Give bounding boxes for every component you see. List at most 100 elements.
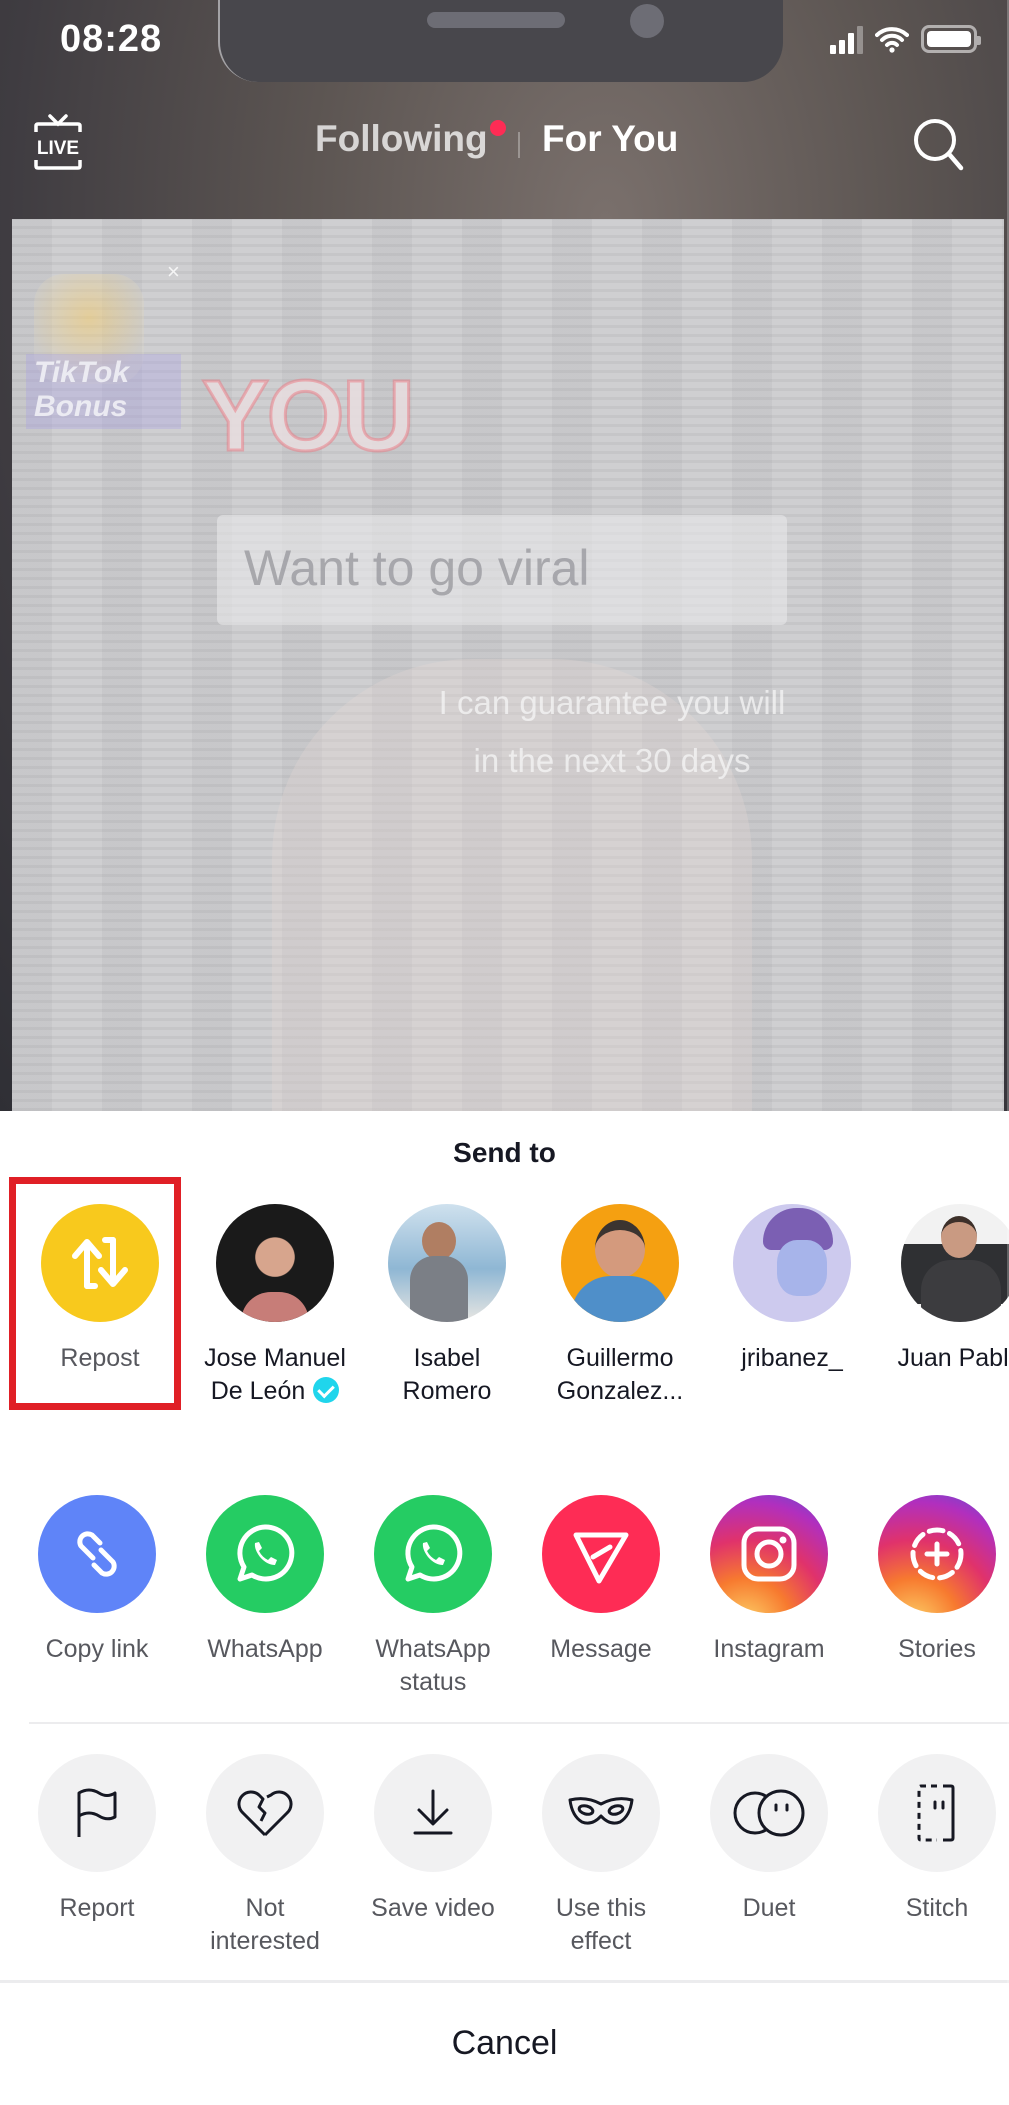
action-label: Duet: [683, 1892, 855, 1925]
contact-name-line: Isabel: [413, 1344, 481, 1372]
duet-icon: [733, 1789, 805, 1837]
share-label-line: Instagram: [713, 1635, 825, 1663]
sheet-title: Send to: [453, 1137, 556, 1168]
stitch-button[interactable]: Stitch: [851, 1754, 1009, 1925]
send-icon: [573, 1532, 629, 1584]
contact-name-line: Juan Pablo: [897, 1344, 1009, 1372]
share-label-line: Message: [550, 1635, 652, 1663]
share-label-line: Copy link: [45, 1635, 149, 1663]
contact-name: Isabel Romero: [361, 1342, 533, 1408]
action-label: Save video: [347, 1892, 519, 1925]
not-interested-button[interactable]: Not interested: [179, 1754, 351, 1958]
share-label: Stories: [851, 1633, 1009, 1666]
front-camera: [630, 4, 664, 38]
share-label-line: WhatsApp: [207, 1635, 323, 1663]
live-button[interactable]: LIVE: [28, 112, 88, 172]
avatar: [561, 1204, 679, 1322]
action-label: Report: [11, 1892, 183, 1925]
divider: [29, 1722, 1009, 1724]
stories-button[interactable]: Stories: [851, 1495, 1009, 1666]
use-this-effect-circle: [542, 1754, 660, 1872]
share-label: Message: [515, 1633, 687, 1666]
action-label-line: interested: [210, 1927, 320, 1955]
action-label: Use this effect: [515, 1892, 687, 1958]
share-label: Instagram: [683, 1633, 855, 1666]
message-button[interactable]: Message: [515, 1495, 687, 1666]
contact-name: Guillermo Gonzalez...: [534, 1342, 706, 1408]
tiktok-bonus-badge[interactable]: TikTok Bonus: [26, 354, 181, 429]
share-label-line: status: [399, 1668, 467, 1696]
save-video-button[interactable]: Save video: [347, 1754, 519, 1925]
download-icon: [413, 1789, 453, 1835]
action-label-line: effect: [570, 1927, 632, 1955]
use-this-effect-button[interactable]: Use this effect: [515, 1754, 687, 1958]
copy-link-circle: [38, 1495, 156, 1613]
whatsapp-circle: [206, 1495, 324, 1613]
contact-name: Jose Manuel De León: [189, 1342, 361, 1408]
action-label-line: Duet: [742, 1894, 796, 1922]
action-label-line: Report: [59, 1894, 135, 1922]
contact-name: jribanez_: [706, 1342, 878, 1375]
whatsapp-status-circle: [374, 1495, 492, 1613]
status-icons: [830, 24, 981, 54]
cellular-signal-icon: [830, 24, 863, 54]
share-targets-row[interactable]: Copy link WhatsApp WhatsApp status Messa…: [0, 1495, 1009, 1696]
message-circle: [542, 1495, 660, 1613]
instagram-button[interactable]: Instagram: [683, 1495, 855, 1666]
share-label: WhatsApp: [179, 1633, 351, 1666]
action-label: Stitch: [851, 1892, 1009, 1925]
share-label-line: Stories: [898, 1635, 976, 1663]
search-button[interactable]: [909, 114, 969, 174]
action-label-line: Use this: [555, 1894, 647, 1922]
caption-line: I can guarantee you will: [438, 684, 786, 721]
avatar: [733, 1204, 851, 1322]
whatsapp-icon: [405, 1524, 463, 1582]
duet-button[interactable]: Duet: [683, 1754, 855, 1925]
action-label-line: Save video: [371, 1894, 495, 1922]
stories-circle: [878, 1495, 996, 1613]
caption-box-text: Want to go viral: [244, 540, 590, 596]
contact-name-line: Romero: [402, 1377, 492, 1405]
contact-name: Juan Pablo: [874, 1342, 1009, 1375]
video-player[interactable]: × TikTok Bonus YOU Want to go viral I ca…: [12, 219, 1004, 1111]
not-interested-circle: [206, 1754, 324, 1872]
report-button[interactable]: Report: [11, 1754, 183, 1925]
whatsapp-button[interactable]: WhatsApp: [179, 1495, 351, 1666]
divider: [0, 1980, 1009, 1983]
share-label: Copy link: [11, 1633, 183, 1666]
copy-link-button[interactable]: Copy link: [11, 1495, 183, 1666]
mask-icon: [568, 1797, 634, 1825]
live-label: LIVE: [37, 138, 79, 159]
cancel-button[interactable]: Cancel: [0, 2024, 1009, 2063]
search-icon: [914, 119, 964, 171]
save-video-circle: [374, 1754, 492, 1872]
contact-juan-pablo[interactable]: Juan Pablo: [874, 1204, 1009, 1375]
contact-guillermo-gonzalez[interactable]: Guillermo Gonzalez...: [534, 1204, 706, 1408]
overlay-close-icon[interactable]: ×: [167, 259, 180, 285]
avatar: [901, 1204, 1009, 1322]
stitch-circle: [878, 1754, 996, 1872]
tab-following[interactable]: Following: [315, 118, 488, 160]
status-time: 08:28: [60, 18, 163, 60]
contact-jribanez[interactable]: jribanez_: [706, 1204, 878, 1375]
action-label-line: Stitch: [905, 1894, 969, 1922]
verified-badge-icon: [313, 1377, 340, 1403]
video-headline: YOU: [201, 359, 417, 474]
share-label-line: WhatsApp: [375, 1635, 491, 1663]
contact-isabel-romero[interactable]: Isabel Romero: [361, 1204, 533, 1408]
broken-heart-icon: [237, 1790, 293, 1837]
tab-for-you[interactable]: For You: [542, 118, 678, 160]
link-icon: [77, 1531, 117, 1577]
actions-row[interactable]: Report Not interested Save video Use thi…: [0, 1754, 1009, 1955]
contact-jose-manuel[interactable]: Jose Manuel De León: [189, 1204, 361, 1408]
top-navigation: LIVE Following For You: [0, 110, 1009, 174]
report-circle: [38, 1754, 156, 1872]
speaker-grille: [427, 12, 565, 28]
instagram-circle: [710, 1495, 828, 1613]
avatar: [216, 1204, 334, 1322]
live-tv-icon: LIVE: [34, 114, 82, 170]
whatsapp-status-button[interactable]: WhatsApp status: [347, 1495, 519, 1699]
repost-highlight-annotation: [9, 1177, 181, 1410]
duet-circle: [710, 1754, 828, 1872]
tab-divider: [518, 132, 520, 158]
